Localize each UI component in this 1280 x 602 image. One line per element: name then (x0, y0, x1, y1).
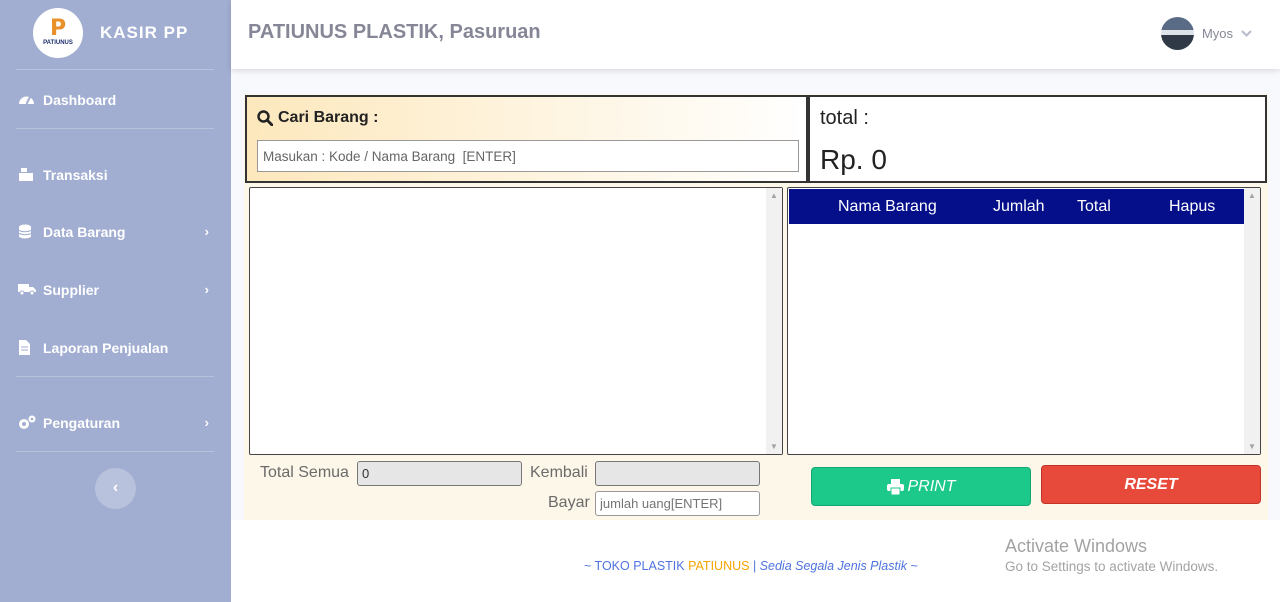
cogs-icon (18, 415, 36, 431)
footer-prefix: ~ TOKO PLASTIK (584, 559, 689, 573)
reset-button-label: RESET (1124, 475, 1178, 493)
footer-text: ~ TOKO PLASTIK PATIUNUS | Sedia Segala J… (584, 559, 918, 573)
database-icon (18, 224, 36, 240)
sidebar-item-supplier[interactable]: Supplier › (0, 275, 231, 305)
total-label: total : (820, 107, 869, 129)
windows-activation-title: Activate Windows (1005, 536, 1148, 556)
footer-suffix: ~ (906, 559, 918, 573)
sidebar-brand[interactable]: P PATIUNUS KASIR PP (0, 0, 231, 68)
bayar-label: Bayar (548, 494, 590, 511)
sidebar-item-label: Pengaturan (43, 415, 121, 431)
print-button-label: PRINT (907, 477, 956, 495)
print-icon (886, 478, 904, 495)
chevron-right-icon: › (204, 224, 209, 239)
chevron-down-icon (1241, 28, 1252, 40)
user-dropdown[interactable]: Myos (1160, 17, 1252, 50)
scroll-up-icon[interactable]: ▲ (1248, 191, 1256, 200)
item-search-results[interactable]: ▲ ▼ (249, 187, 783, 455)
total-value: Rp. 0 (820, 144, 887, 175)
print-button[interactable]: PRINT (811, 467, 1031, 506)
search-label-text: Cari Barang : (278, 109, 379, 126)
scroll-down-icon[interactable]: ▼ (1248, 442, 1256, 451)
scroll-down-icon[interactable]: ▼ (770, 442, 778, 451)
sidebar-item-pengaturan[interactable]: Pengaturan › (0, 408, 231, 438)
sidebar-divider (16, 451, 214, 452)
kembali-field (595, 461, 760, 486)
cart-table: Nama Barang Jumlah Total Hapus ▲ ▼ (787, 187, 1261, 455)
scroll-up-icon[interactable]: ▲ (770, 191, 778, 200)
sidebar-item-data-barang[interactable]: Data Barang › (0, 217, 231, 247)
column-header-jumlah: Jumlah (993, 198, 1045, 215)
user-name: Myos (1201, 26, 1233, 41)
sidebar: P PATIUNUS KASIR PP Dashboard Transaksi … (0, 0, 231, 602)
sidebar-item-label: Transaksi (43, 167, 108, 183)
bayar-input[interactable] (595, 491, 760, 516)
windows-activation-subtitle: Go to Settings to activate Windows. (1005, 559, 1219, 574)
sidebar-item-label: Dashboard (43, 92, 117, 108)
sidebar-divider (16, 376, 214, 377)
reset-button[interactable]: RESET (1041, 465, 1261, 504)
total-semua-field: 0 (357, 461, 522, 486)
topbar: PATIUNUS PLASTIK, Pasuruan Myos (231, 0, 1280, 69)
footer-tagline: Sedia Segala Jenis Plastik (759, 559, 907, 573)
sidebar-toggle-button[interactable]: ‹ (95, 468, 136, 509)
cart-table-header: Nama Barang Jumlah Total Hapus (789, 189, 1245, 224)
logo-letter: P (49, 16, 67, 41)
search-icon (257, 110, 273, 126)
footer-brand: PATIUNUS (688, 559, 750, 573)
truck-icon (18, 282, 36, 298)
logo-subtext: PATIUNUS (43, 40, 73, 46)
brand-name: KASIR PP (100, 23, 189, 42)
avatar (1160, 17, 1194, 50)
scrollbar[interactable]: ▲ ▼ (1244, 188, 1260, 454)
sidebar-item-label: Laporan Penjualan (43, 340, 169, 356)
scrollbar[interactable]: ▲ ▼ (766, 188, 782, 454)
search-label: Cari Barang : (257, 109, 378, 127)
footer-separator: | (749, 559, 760, 573)
sidebar-item-label: Supplier (43, 282, 100, 298)
search-input[interactable] (257, 140, 799, 172)
cash-register-icon (18, 167, 36, 183)
sidebar-item-transaksi[interactable]: Transaksi (0, 160, 231, 190)
kembali-label: Kembali (530, 464, 588, 481)
page-title: PATIUNUS PLASTIK, Pasuruan (248, 21, 541, 43)
sidebar-item-dashboard[interactable]: Dashboard (0, 85, 231, 115)
total-panel: total : Rp. 0 (808, 95, 1267, 183)
tachometer-icon (18, 92, 36, 108)
brand-logo: P PATIUNUS (33, 8, 83, 58)
chevron-right-icon: › (204, 282, 209, 297)
total-semua-label: Total Semua (260, 464, 349, 481)
column-header-total: Total (1077, 198, 1111, 215)
column-header-hapus: Hapus (1169, 198, 1216, 215)
sidebar-divider (16, 69, 214, 70)
sidebar-divider (16, 128, 214, 129)
sidebar-item-laporan-penjualan[interactable]: Laporan Penjualan (0, 333, 231, 363)
chevron-right-icon: › (204, 415, 209, 430)
search-panel: Cari Barang : (245, 95, 808, 183)
file-icon (18, 340, 36, 356)
sidebar-item-label: Data Barang (43, 224, 126, 240)
column-header-nama-barang: Nama Barang (838, 198, 937, 215)
